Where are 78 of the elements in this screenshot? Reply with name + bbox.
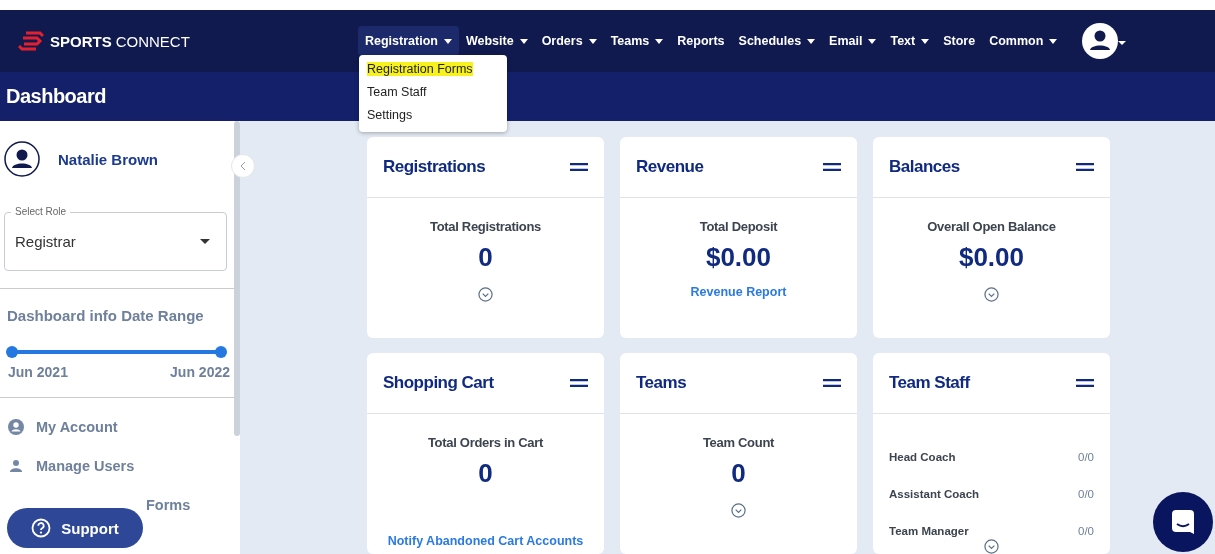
metric-label: Total Deposit bbox=[699, 219, 778, 234]
menu-item[interactable]: Orders bbox=[534, 26, 604, 56]
sidebar-item[interactable]: My Account bbox=[4, 407, 226, 446]
metric-label: Overall Open Balance bbox=[927, 219, 1056, 234]
menu-icon[interactable] bbox=[823, 379, 841, 387]
expand-icon[interactable] bbox=[984, 539, 999, 554]
metric-value: $0.00 bbox=[958, 242, 1025, 273]
card-title: Shopping Cart bbox=[383, 373, 494, 393]
slider-thumb[interactable] bbox=[6, 346, 18, 358]
sidebar-item[interactable]: Manage Users bbox=[4, 446, 226, 485]
menu-item[interactable]: Registration bbox=[358, 26, 459, 56]
dropdown-item[interactable]: Settings bbox=[359, 105, 507, 128]
expand-icon[interactable] bbox=[984, 287, 999, 302]
staff-count: 0/0 bbox=[1078, 451, 1094, 465]
caret-icon bbox=[921, 38, 930, 44]
card-title: Teams bbox=[636, 373, 687, 393]
page-title: Dashboard bbox=[6, 85, 106, 108]
staff-count: 0/0 bbox=[1078, 525, 1094, 539]
metric-label: Total Orders in Cart bbox=[427, 435, 544, 450]
metric-label: Total Registrations bbox=[429, 219, 542, 234]
report-link[interactable]: Revenue Report bbox=[690, 285, 787, 299]
card-title: Team Staff bbox=[889, 373, 970, 393]
user-name: Natalie Brown bbox=[58, 150, 159, 168]
slider-thumb[interactable] bbox=[215, 346, 227, 358]
menu-item[interactable]: Reports bbox=[670, 26, 732, 56]
start-date: Jun 2021 bbox=[8, 364, 68, 380]
caret-icon bbox=[443, 38, 452, 44]
end-date: Jun 2022 bbox=[170, 364, 230, 380]
caret-icon bbox=[807, 38, 816, 44]
caret-icon bbox=[588, 38, 597, 44]
card-title: Balances bbox=[889, 157, 960, 177]
caret-icon bbox=[868, 38, 877, 44]
staff-count: 0/0 bbox=[1078, 488, 1094, 502]
card-title: Revenue bbox=[636, 157, 704, 177]
metric-value: $0.00 bbox=[705, 242, 772, 273]
dropdown-item[interactable]: Registration Forms bbox=[359, 59, 507, 82]
chat-button[interactable] bbox=[1153, 492, 1213, 552]
user-icon bbox=[8, 457, 24, 474]
menu-icon[interactable] bbox=[1076, 163, 1094, 171]
menu-item[interactable]: Common bbox=[982, 26, 1065, 56]
staff-role: Team Manager bbox=[889, 525, 969, 539]
user-avatar-icon bbox=[4, 141, 40, 177]
sidebar-item[interactable]: Forms bbox=[146, 485, 191, 524]
staff-role: Assistant Coach bbox=[889, 488, 980, 502]
menu-icon[interactable] bbox=[570, 379, 588, 387]
expand-icon[interactable] bbox=[478, 287, 493, 302]
support-button[interactable]: Support bbox=[7, 508, 143, 548]
date-range-title: Dashboard info Date Range bbox=[6, 307, 205, 324]
menu-item[interactable]: Text bbox=[883, 26, 937, 56]
menu-item[interactable]: Website bbox=[458, 26, 535, 56]
report-link[interactable]: Notify Abandoned Cart Accounts bbox=[387, 534, 584, 548]
caret-icon bbox=[200, 239, 210, 244]
menu-item[interactable]: Email bbox=[822, 26, 884, 56]
chevron-left-icon bbox=[240, 162, 246, 170]
metric-value: 0 bbox=[731, 458, 746, 489]
menu-item[interactable]: Teams bbox=[603, 26, 671, 56]
help-icon bbox=[31, 518, 52, 538]
metric-value: 0 bbox=[478, 242, 493, 273]
menu-icon[interactable] bbox=[1076, 379, 1094, 387]
menu-icon[interactable] bbox=[823, 163, 841, 171]
menu-icon[interactable] bbox=[570, 163, 588, 171]
account-icon bbox=[8, 418, 24, 435]
user-avatar-button[interactable] bbox=[1082, 23, 1127, 59]
metric-label: Team Count bbox=[702, 435, 775, 450]
card-title: Registrations bbox=[383, 157, 486, 177]
caret-icon bbox=[1049, 38, 1058, 44]
sports-connect-logo[interactable]: SPORTS CONNECT bbox=[18, 31, 358, 51]
caret-icon bbox=[655, 38, 664, 44]
staff-role: Head Coach bbox=[889, 451, 956, 465]
date-range-slider[interactable] bbox=[6, 346, 227, 358]
menu-item[interactable]: Schedules bbox=[731, 26, 823, 56]
field-label: Select Role bbox=[11, 206, 71, 217]
menu-item[interactable]: Store bbox=[936, 26, 983, 56]
caret-icon bbox=[519, 38, 528, 44]
chat-icon bbox=[1170, 509, 1196, 535]
metric-value: 0 bbox=[478, 458, 493, 489]
dropdown-item[interactable]: Team Staff bbox=[359, 82, 507, 105]
expand-icon[interactable] bbox=[731, 503, 746, 518]
